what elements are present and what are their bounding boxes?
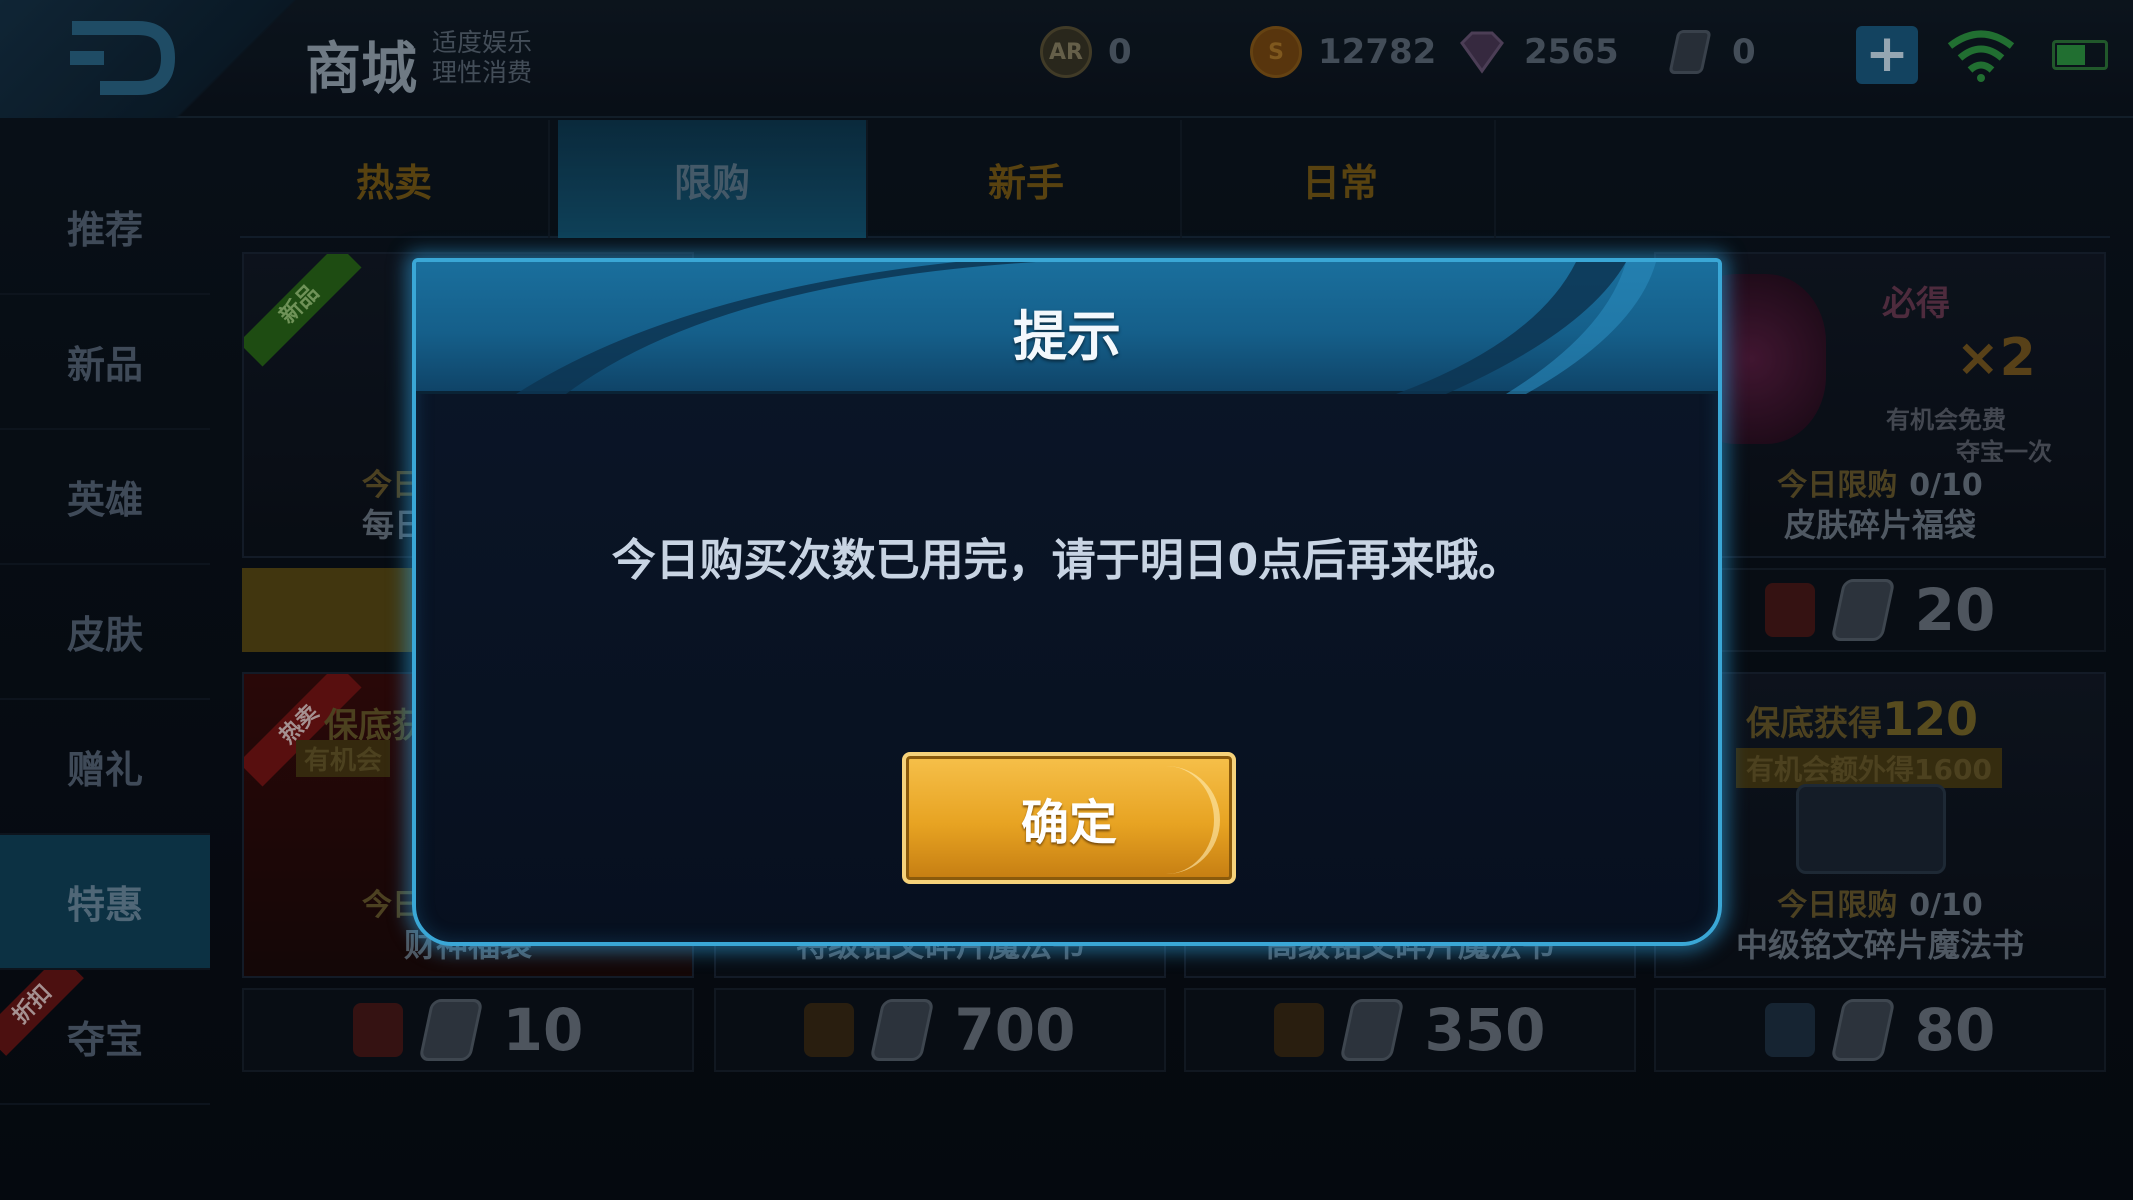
dialog-header: 提示: [416, 262, 1718, 394]
dialog-title: 提示: [1013, 305, 1121, 368]
button-shine: [1160, 766, 1220, 874]
dialog-message: 今日购买次数已用完，请于明日0点后再来哦。: [611, 535, 1523, 586]
confirm-button-label: 确定: [1020, 795, 1117, 851]
confirm-button[interactable]: 确定: [902, 752, 1236, 884]
notice-dialog: 提示 今日购买次数已用完，请于明日0点后再来哦。 确定: [412, 258, 1722, 946]
